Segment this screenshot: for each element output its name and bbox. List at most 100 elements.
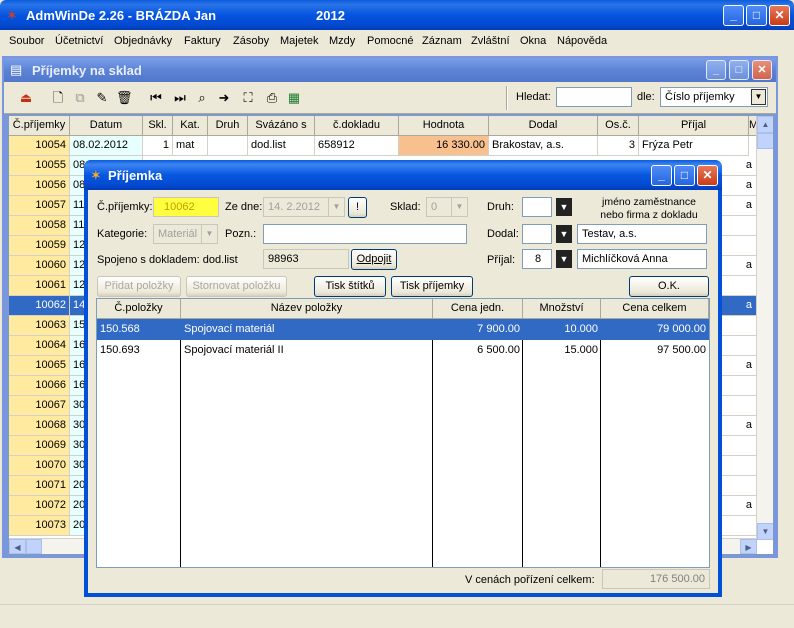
print-icon[interactable]: ⎙ bbox=[264, 90, 280, 106]
scroll-down-icon[interactable]: ▼ bbox=[757, 523, 773, 540]
export-excel-icon[interactable]: ▦ bbox=[286, 90, 302, 106]
prijal-dropdown-icon[interactable]: ▼ bbox=[556, 250, 572, 268]
ze-dne-field[interactable]: 14. 2.2012 ▼ bbox=[263, 197, 345, 217]
grid-header-hodnota[interactable]: Hodnota bbox=[399, 116, 489, 136]
menu-objednavky[interactable]: Objednávky bbox=[114, 35, 172, 47]
kategorie-select[interactable]: Materiál ▼ bbox=[153, 224, 218, 244]
sklad-dropdown-icon[interactable]: ▼ bbox=[451, 198, 467, 216]
prijal-code-field[interactable]: 8 bbox=[522, 249, 552, 269]
items-header-nazev[interactable]: Název položky bbox=[181, 299, 433, 319]
druh-dropdown-icon[interactable]: ▼ bbox=[556, 198, 572, 216]
grid-header-svazano[interactable]: Svázáno s bbox=[248, 116, 315, 136]
child-maximize-button[interactable]: □ bbox=[729, 60, 749, 80]
print-labels-button[interactable]: Tisk štítků bbox=[314, 276, 386, 297]
items-header-celkem[interactable]: Cena celkem bbox=[601, 299, 709, 319]
grid-header-osc[interactable]: Os.č. bbox=[598, 116, 639, 136]
items-header-cena[interactable]: Cena jedn. bbox=[433, 299, 523, 319]
menu-zaznam[interactable]: Záznam bbox=[422, 35, 462, 47]
menu-mzdy[interactable]: Mzdy bbox=[329, 35, 355, 47]
scroll-up-icon[interactable]: ▲ bbox=[757, 116, 773, 133]
items-header-mnozstvi[interactable]: Množství bbox=[523, 299, 601, 319]
grid-header-cislo[interactable]: Č.příjemky bbox=[9, 116, 70, 136]
menu-zvlastni[interactable]: Zvláštní bbox=[471, 35, 510, 47]
spojeno-field: 98963 bbox=[263, 249, 349, 269]
exit-icon[interactable]: ⏏ bbox=[18, 90, 34, 106]
toolbar-separator bbox=[506, 86, 508, 110]
last-record-icon[interactable]: ⏭ bbox=[172, 90, 188, 106]
ze-dne-dropdown-icon[interactable]: ▼ bbox=[328, 198, 344, 216]
close-button[interactable]: ✕ bbox=[769, 5, 790, 26]
menu-okna[interactable]: Okna bbox=[520, 35, 546, 47]
cell-cislo: 10064 bbox=[9, 336, 70, 356]
dodal-dropdown-icon[interactable]: ▼ bbox=[556, 225, 572, 243]
item-cell-celkem: 79 000.00 bbox=[657, 323, 706, 335]
new-document-icon[interactable]: 🗋 bbox=[50, 90, 66, 106]
maximize-button[interactable]: □ bbox=[746, 5, 767, 26]
dialog-maximize-button[interactable]: □ bbox=[674, 165, 695, 186]
cell-cislo: 10054 bbox=[9, 136, 70, 156]
grid-header-kat[interactable]: Kat. bbox=[173, 116, 208, 136]
cell-doklad: 658912 bbox=[315, 136, 399, 156]
search-input[interactable] bbox=[556, 87, 632, 107]
cell-cislo: 10069 bbox=[9, 436, 70, 456]
scroll-left-icon[interactable]: ◀ bbox=[9, 539, 26, 554]
menu-ucetnictvi[interactable]: Účetnictví bbox=[55, 35, 103, 47]
druh-label: Druh: bbox=[487, 201, 514, 213]
grid-header-druh[interactable]: Druh bbox=[208, 116, 248, 136]
menu-majetek[interactable]: Majetek bbox=[280, 35, 319, 47]
cell-hodnota: 16 330.00 bbox=[399, 136, 489, 156]
kategorie-dropdown-icon[interactable]: ▼ bbox=[201, 225, 217, 243]
grid-header-skl[interactable]: Skl. bbox=[143, 116, 173, 136]
pozn-field[interactable] bbox=[263, 224, 467, 244]
dialog-close-button[interactable]: ✕ bbox=[697, 165, 718, 186]
menu-pomocne[interactable]: Pomocné bbox=[367, 35, 413, 47]
menu-napoveda[interactable]: Nápověda bbox=[557, 35, 607, 47]
chevron-down-icon[interactable]: ▼ bbox=[751, 89, 766, 105]
search-by-select[interactable]: Číslo příjemky ▼ bbox=[660, 87, 768, 107]
item-cell-nazev: Spojovací materiál II bbox=[184, 344, 284, 356]
druh-field[interactable] bbox=[522, 197, 552, 217]
table-row-first[interactable]: 10054 08.02.2012 1 mat dod.list 658912 1… bbox=[9, 136, 757, 156]
edit-icon[interactable]: ✎ bbox=[94, 90, 110, 106]
cell-cislo: 10059 bbox=[9, 236, 70, 256]
grid-header-prijal[interactable]: Příjal bbox=[639, 116, 749, 136]
grid-header-doklad[interactable]: č.dokladu bbox=[315, 116, 399, 136]
dodal-code-field[interactable] bbox=[522, 224, 552, 244]
cancel-item-button[interactable]: Stornovat položku bbox=[186, 276, 287, 297]
grid-header-dodal[interactable]: Dodal bbox=[489, 116, 598, 136]
sklad-field[interactable]: 0 ▼ bbox=[426, 197, 468, 217]
item-cell-celkem: 97 500.00 bbox=[657, 344, 706, 356]
search-icon[interactable]: ⌕ bbox=[194, 90, 210, 106]
exclamation-button[interactable]: ! bbox=[348, 197, 367, 218]
hscroll-thumb[interactable] bbox=[26, 539, 42, 554]
copy-icon[interactable]: ⧉ bbox=[72, 90, 88, 106]
items-header-cislo[interactable]: Č.položky bbox=[97, 299, 181, 319]
child-close-button[interactable]: ✕ bbox=[752, 60, 772, 80]
minimize-button[interactable]: _ bbox=[723, 5, 744, 26]
first-record-icon[interactable]: ⏮ bbox=[148, 90, 164, 106]
dodal-name-field[interactable]: Testav, a.s. bbox=[577, 224, 707, 244]
cell-cislo: 10060 bbox=[9, 256, 70, 276]
grid-header-datum[interactable]: Datum bbox=[70, 116, 143, 136]
add-items-button[interactable]: Přidat položky bbox=[97, 276, 181, 297]
print-receipt-button[interactable]: Tisk příjemky bbox=[391, 276, 473, 297]
scroll-thumb[interactable] bbox=[757, 133, 773, 149]
child-minimize-button[interactable]: _ bbox=[706, 60, 726, 80]
dialog-minimize-button[interactable]: _ bbox=[651, 165, 672, 186]
menu-faktury[interactable]: Faktury bbox=[184, 35, 221, 47]
arrow-right-icon[interactable]: ➜ bbox=[216, 90, 232, 106]
prijal-name-field[interactable]: Michlíčková Anna bbox=[577, 249, 707, 269]
select-area-icon[interactable]: ⛶ bbox=[240, 90, 256, 106]
cell-druh bbox=[208, 136, 248, 156]
cislo-field[interactable]: 10062 bbox=[153, 197, 219, 217]
grid-vertical-scrollbar[interactable]: ▲ ▼ bbox=[756, 116, 773, 540]
odpojit-button[interactable]: Odpojit bbox=[351, 249, 397, 270]
item-row[interactable]: 150.568 Spojovací materiál 7 900.00 10.000 7… bbox=[97, 319, 709, 340]
delete-icon[interactable]: 🗑 bbox=[116, 90, 133, 106]
dodal-label: Dodal: bbox=[487, 228, 519, 240]
ok-button[interactable]: O.K. bbox=[629, 276, 709, 297]
scroll-right-icon[interactable]: ▶ bbox=[740, 539, 757, 554]
menu-zasoby[interactable]: Zásoby bbox=[233, 35, 269, 47]
menu-soubor[interactable]: Soubor bbox=[9, 35, 44, 47]
item-row[interactable]: 150.693 Spojovací materiál II 6 500.00 15.0… bbox=[97, 340, 709, 361]
